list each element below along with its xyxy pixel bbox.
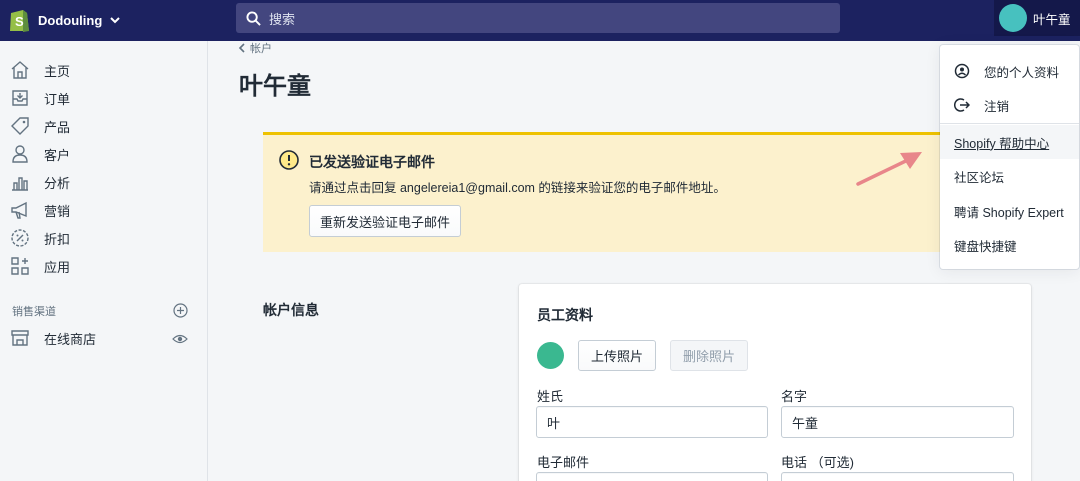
first-name-field[interactable]: 午童 bbox=[781, 406, 1014, 438]
banner-text: 请通过点击回复 angelereia1@gmail.com 的链接来验证您的电子… bbox=[309, 181, 726, 195]
resend-verification-button[interactable]: 重新发送验证电子邮件 bbox=[309, 205, 461, 237]
email-label: 电子邮件 bbox=[537, 455, 590, 470]
menu-item-keyboard-shortcuts[interactable]: 键盘快捷键 bbox=[940, 228, 1079, 262]
sidebar-item-marketing[interactable]: 营销 bbox=[10, 199, 70, 221]
staff-profile-card: 员工资料 上传照片 删除照片 姓氏 叶 名字 午童 电子邮件 电话 （可选) bbox=[519, 284, 1031, 481]
sidebar-item-customers[interactable]: 客户 bbox=[10, 143, 70, 165]
phone-field[interactable] bbox=[781, 472, 1014, 481]
sidebar-item-label: 营销 bbox=[44, 203, 71, 219]
store-icon bbox=[11, 330, 29, 346]
phone-label: 电话 （可选) bbox=[781, 455, 854, 470]
delete-photo-button[interactable]: 删除照片 bbox=[670, 340, 748, 371]
upload-photo-button[interactable]: 上传照片 bbox=[578, 340, 656, 371]
sales-channels-label: 销售渠道 bbox=[12, 306, 56, 318]
pointer-arrow-icon bbox=[856, 152, 922, 186]
user-menu-button[interactable]: 叶午童 bbox=[994, 0, 1080, 36]
tag-icon bbox=[11, 117, 29, 135]
sidebar-item-label: 主页 bbox=[44, 63, 71, 79]
first-name-label: 名字 bbox=[781, 389, 808, 404]
email-field[interactable] bbox=[536, 472, 768, 481]
last-name-label: 姓氏 bbox=[537, 389, 564, 404]
search-icon bbox=[246, 10, 261, 26]
search-placeholder: 搜索 bbox=[269, 11, 296, 27]
breadcrumb-label: 帐户 bbox=[250, 43, 272, 55]
chevron-down-icon bbox=[110, 17, 120, 24]
home-icon bbox=[11, 61, 29, 79]
sidebar-item-label: 订单 bbox=[44, 91, 71, 107]
svg-text:S: S bbox=[15, 14, 24, 29]
menu-item-hire-expert[interactable]: 聘请 Shopify Expert bbox=[940, 194, 1079, 228]
sidebar-item-home[interactable]: 主页 bbox=[10, 59, 70, 81]
store-name: Dodouling bbox=[38, 12, 103, 28]
menu-item-label: 注销 bbox=[984, 99, 1010, 114]
menu-item-profile[interactable]: 您的个人资料 bbox=[940, 54, 1079, 88]
sidebar-item-label: 应用 bbox=[44, 259, 71, 275]
discount-icon bbox=[11, 229, 29, 247]
store-switcher[interactable]: S Dodouling bbox=[8, 6, 120, 34]
account-info-title: 帐户信息 bbox=[263, 302, 319, 318]
add-channel-icon[interactable] bbox=[173, 303, 188, 318]
shopify-logo-icon: S bbox=[10, 10, 29, 32]
user-dropdown-menu: 您的个人资料 注销 Shopify 帮助中心 社区论坛 聘请 Shopify E… bbox=[940, 45, 1079, 269]
menu-item-logout[interactable]: 注销 bbox=[940, 88, 1079, 122]
search-bar[interactable]: 搜索 bbox=[236, 3, 840, 33]
profile-icon bbox=[954, 63, 970, 79]
apps-icon bbox=[11, 257, 29, 275]
card-title: 员工资料 bbox=[537, 307, 593, 323]
customer-icon bbox=[12, 145, 28, 163]
menu-item-help-center[interactable]: Shopify 帮助中心 bbox=[940, 125, 1079, 159]
sidebar-item-label: 分析 bbox=[44, 175, 71, 191]
sidebar-item-orders[interactable]: 订单 bbox=[10, 87, 70, 109]
last-name-field[interactable]: 叶 bbox=[536, 406, 768, 438]
orders-icon bbox=[12, 90, 28, 106]
eye-icon[interactable] bbox=[172, 332, 188, 346]
user-name: 叶午童 bbox=[1033, 12, 1071, 27]
menu-divider bbox=[940, 123, 1079, 124]
menu-item-community-forum[interactable]: 社区论坛 bbox=[940, 159, 1079, 193]
sidebar-item-online-store[interactable]: 在线商店 bbox=[10, 327, 96, 349]
megaphone-icon bbox=[11, 201, 27, 219]
sidebar-item-analytics[interactable]: 分析 bbox=[10, 171, 70, 193]
sidebar-item-products[interactable]: 产品 bbox=[10, 115, 70, 137]
page-title: 叶午童 bbox=[239, 73, 311, 100]
sidebar-item-apps[interactable]: 应用 bbox=[10, 255, 70, 277]
menu-item-label: 您的个人资料 bbox=[984, 65, 1060, 80]
chevron-left-icon bbox=[238, 43, 245, 53]
sidebar-item-label: 客户 bbox=[44, 147, 71, 163]
analytics-icon bbox=[12, 177, 28, 191]
logout-icon bbox=[954, 98, 970, 112]
profile-avatar bbox=[537, 342, 564, 369]
top-bar: S Dodouling 搜索 叶午童 bbox=[0, 0, 1080, 41]
sidebar-item-discounts[interactable]: 折扣 bbox=[10, 227, 70, 249]
sidebar: 主页 订单 产品 客户 分析 营销 折扣 应用 销售渠道 在线商店 bbox=[0, 41, 208, 481]
sidebar-item-label: 折扣 bbox=[44, 231, 71, 247]
sidebar-item-label: 在线商店 bbox=[44, 331, 97, 347]
banner-title: 已发送验证电子邮件 bbox=[309, 154, 435, 170]
breadcrumb[interactable]: 帐户 bbox=[238, 40, 272, 56]
avatar bbox=[999, 4, 1027, 32]
warning-icon bbox=[279, 150, 299, 170]
sidebar-item-label: 产品 bbox=[44, 119, 71, 135]
